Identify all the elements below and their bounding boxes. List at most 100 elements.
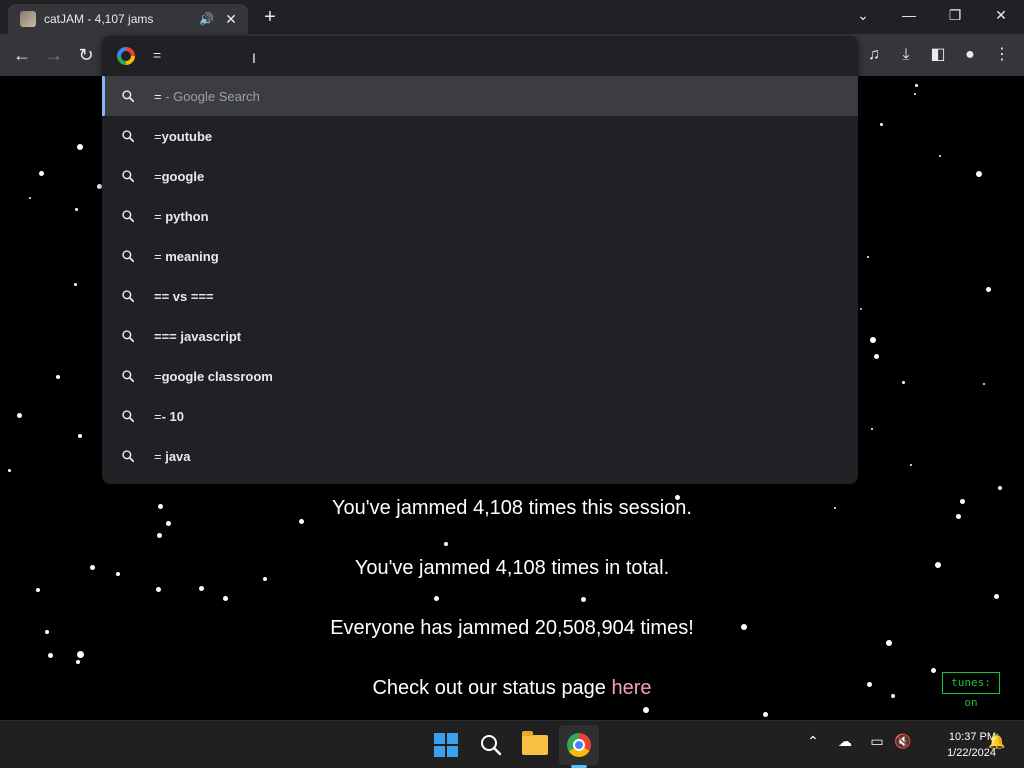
suggestion-text: = java xyxy=(154,449,191,464)
download-icon[interactable]: ⤓ xyxy=(894,43,918,67)
suggestion-item[interactable]: === javascript xyxy=(102,316,858,356)
suggestion-item[interactable]: == vs === xyxy=(102,276,858,316)
suggestion-item[interactable]: = meaning xyxy=(102,236,858,276)
star xyxy=(7,468,11,472)
star xyxy=(886,640,892,646)
star xyxy=(914,93,916,95)
tab-strip: catJAM - 4,107 jams 🔊 ✕ + ⌄ — ❐ ✕ xyxy=(0,0,1024,34)
star xyxy=(56,375,60,379)
suggestion-completion: google xyxy=(161,168,205,184)
search-icon xyxy=(102,89,154,103)
tab-close-icon[interactable]: ✕ xyxy=(222,11,240,28)
suggestion-prefix: = xyxy=(154,168,162,184)
reload-button[interactable]: ↻ xyxy=(74,43,98,67)
star xyxy=(155,586,161,592)
suggestion-completion: - 10 xyxy=(161,408,184,424)
address-bar[interactable]: = I xyxy=(102,36,858,76)
suggestion-text: = meaning xyxy=(154,249,219,264)
star xyxy=(198,585,204,591)
suggestion-completion: python xyxy=(165,208,209,224)
suggestion-item[interactable]: =- 10 xyxy=(102,396,858,436)
address-input[interactable]: = xyxy=(153,47,161,63)
star xyxy=(74,207,78,211)
back-button[interactable]: ← xyxy=(10,43,34,67)
search-icon xyxy=(102,369,154,383)
start-button[interactable] xyxy=(426,725,466,765)
star xyxy=(910,464,912,466)
star xyxy=(222,595,228,601)
network-icon[interactable]: ▭ xyxy=(866,733,888,750)
media-control-icon[interactable]: ♫ xyxy=(862,43,886,67)
suggestion-item[interactable]: =google classroom xyxy=(102,356,858,396)
minimize-button[interactable]: — xyxy=(886,0,932,30)
suggestion-prefix: = xyxy=(154,208,166,224)
star xyxy=(73,282,77,286)
star xyxy=(76,660,80,664)
suggestion-prefix: = xyxy=(154,88,166,104)
suggestion-text: = python xyxy=(154,209,209,224)
show-hidden-icons-chevron-icon[interactable]: ⌃ xyxy=(802,733,824,750)
tab-catjam[interactable]: catJAM - 4,107 jams 🔊 ✕ xyxy=(8,4,248,34)
status-line: Check out our status page here xyxy=(0,677,1024,700)
star xyxy=(762,711,768,717)
search-icon xyxy=(102,329,154,343)
suggestion-completion: == vs === xyxy=(154,288,214,304)
suggestion-item[interactable]: =youtube xyxy=(102,116,858,156)
star xyxy=(983,383,985,385)
restore-button[interactable]: ❐ xyxy=(932,0,978,30)
google-icon xyxy=(117,47,135,65)
volume-muted-icon[interactable]: 🔇 xyxy=(892,733,914,750)
session-count-text: You've jammed 4,108 times this session. xyxy=(332,497,692,519)
search-icon xyxy=(102,249,154,263)
close-window-button[interactable]: ✕ xyxy=(978,0,1024,30)
notification-bell-icon[interactable]: 🔔 xyxy=(986,733,1008,750)
tab-search-button[interactable]: ⌄ xyxy=(840,0,886,30)
chrome-icon xyxy=(567,733,591,757)
suggestion-item[interactable]: = - Google Search xyxy=(102,76,858,116)
star xyxy=(77,144,83,150)
suggestion-item[interactable]: = java xyxy=(102,436,858,476)
suggestion-text: == vs === xyxy=(154,289,214,304)
forward-button[interactable]: → xyxy=(42,43,66,67)
suggestion-text: =google classroom xyxy=(154,369,273,384)
suggestion-text: =google xyxy=(154,169,204,184)
status-page-link[interactable]: here xyxy=(612,677,652,699)
star xyxy=(867,256,869,258)
suggestion-list: = - Google Search =youtube =google = python… xyxy=(102,76,858,476)
chrome-taskbar-button[interactable] xyxy=(559,725,599,765)
star xyxy=(433,595,439,601)
search-icon xyxy=(481,735,502,756)
cat-favicon-icon xyxy=(20,11,36,27)
star xyxy=(976,171,982,177)
star xyxy=(998,486,1002,490)
profile-avatar-icon[interactable]: ● xyxy=(958,43,982,67)
suggestion-text: =youtube xyxy=(154,129,212,144)
star xyxy=(29,197,31,199)
file-explorer-button[interactable] xyxy=(515,725,555,765)
omnibox-popup: = I = - Google Search =youtube =google = py… xyxy=(102,36,858,484)
star xyxy=(939,155,941,157)
suggestion-prefix: = xyxy=(154,448,166,464)
menu-icon[interactable]: ⋮ xyxy=(990,43,1014,67)
side-panel-icon[interactable]: ◧ xyxy=(926,43,950,67)
star xyxy=(38,170,44,176)
speaker-icon[interactable]: 🔊 xyxy=(199,12,214,26)
suggestion-item[interactable]: = python xyxy=(102,196,858,236)
clock[interactable]: 10:37 PM 1/22/2024 xyxy=(916,729,996,761)
star xyxy=(993,593,999,599)
status-prefix-text: Check out our status page xyxy=(372,677,612,699)
suggestion-item[interactable]: =google xyxy=(102,156,858,196)
suggestion-prefix: = xyxy=(154,368,162,384)
onedrive-icon[interactable]: ☁ xyxy=(834,733,856,750)
new-tab-button[interactable]: + xyxy=(258,6,282,28)
search-icon xyxy=(102,409,154,423)
search-icon xyxy=(102,129,154,143)
tunes-toggle[interactable]: tunes: on xyxy=(942,672,1000,709)
star xyxy=(914,83,918,87)
star xyxy=(76,650,84,658)
star xyxy=(860,308,862,310)
star xyxy=(985,286,991,292)
suggestion-completion: youtube xyxy=(161,128,213,144)
search-button[interactable] xyxy=(471,725,511,765)
folder-icon xyxy=(522,731,548,755)
